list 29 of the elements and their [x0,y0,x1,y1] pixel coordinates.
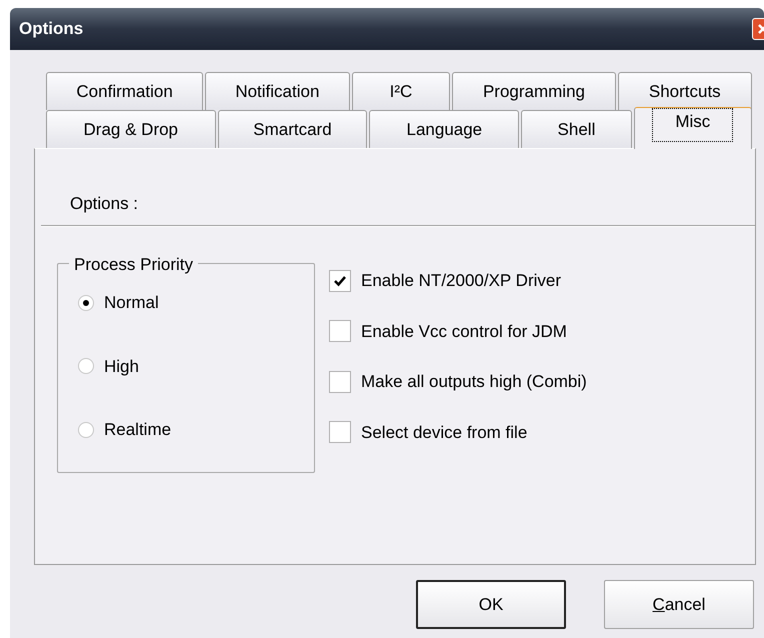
radio-label[interactable]: High [104,354,139,379]
dialog-button[interactable]: Cancel [604,580,754,629]
dialog-button[interactable]: OK [416,580,566,629]
tab[interactable]: Notification [205,72,350,110]
tab[interactable]: Programming [452,72,616,110]
tab[interactable]: Shortcuts [618,72,752,110]
tab[interactable]: Drag & Drop [46,110,216,148]
check-icon [333,274,347,287]
checkbox-label[interactable]: Make all outputs high (Combi) [361,369,587,394]
window-title: Options [19,18,84,40]
radio-button[interactable] [78,422,94,438]
tab[interactable]: Shell [521,110,632,148]
checkbox[interactable] [329,270,351,292]
checkbox-label[interactable]: Enable Vcc control for JDM [361,318,567,344]
tab[interactable]: I²C [352,72,450,110]
checkbox[interactable] [329,320,351,342]
radio-button[interactable] [78,358,94,374]
checkbox-label[interactable]: Enable NT/2000/XP Driver [361,268,562,294]
checkbox-label[interactable]: Select device from file [361,420,528,445]
radio-label[interactable]: Realtime [104,417,172,442]
tab[interactable]: Confirmation [46,72,204,110]
radio-label[interactable]: Normal [104,290,159,316]
tab[interactable]: Smartcard [218,110,368,148]
radio-button[interactable] [78,294,94,311]
tab[interactable]: Language [369,110,520,148]
section-label: Options : [70,194,138,213]
tab[interactable]: Misc [634,107,752,149]
checkbox[interactable] [329,421,351,444]
checkbox[interactable] [329,370,351,393]
